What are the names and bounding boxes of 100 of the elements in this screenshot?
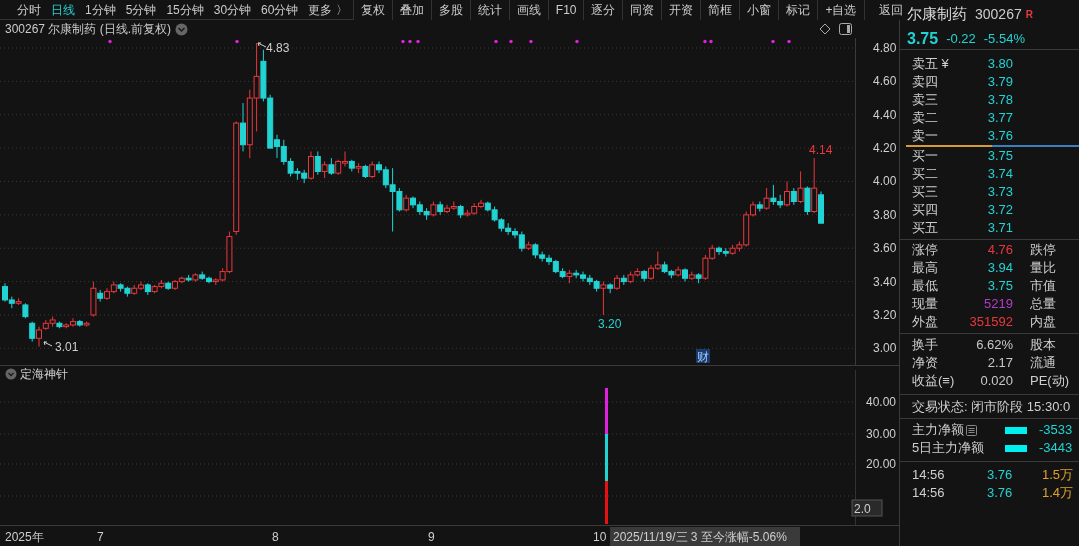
toolbar-button[interactable]: 小窗 — [739, 0, 779, 20]
panel-icon[interactable] — [839, 23, 852, 35]
axis-label: 2025年 — [5, 530, 44, 544]
tick-volume: 1.4万 — [1042, 484, 1074, 502]
period-tab[interactable]: 15分钟 — [161, 0, 209, 20]
axis-label: 30.00 — [866, 427, 897, 441]
order-price: 3.71 — [986, 219, 1013, 237]
axis-label: 3.00 — [873, 341, 897, 356]
stat-label: 总量 — [1030, 295, 1056, 313]
order-label: 买四 — [912, 201, 939, 219]
axis-label: 4.20 — [873, 141, 897, 156]
pointer-arrow-icon — [257, 42, 267, 48]
chart-title: 300267 尔康制药 (日线.前复权) — [5, 21, 172, 38]
period-tab[interactable]: 日线 — [46, 0, 80, 20]
toolbar-button[interactable]: 标记 — [778, 0, 818, 20]
flow-value: -3533 — [1039, 421, 1073, 439]
stat-label: 外盘 — [912, 313, 939, 331]
stock-code: 300267 — [975, 4, 1022, 24]
order-label: 买三 — [912, 183, 939, 201]
chevron-down-icon[interactable] — [175, 22, 189, 36]
toolbar-button[interactable]: 统计 — [469, 0, 509, 20]
stat-value: 3.94 — [986, 259, 1013, 277]
order-label: 卖五 ¥ — [912, 55, 950, 73]
tick-price: 3.76 — [987, 466, 1014, 484]
candlestick — [29, 321, 36, 343]
toolbar-button[interactable]: 复权 — [352, 0, 392, 20]
toolbar-button[interactable]: 简框 — [700, 0, 740, 20]
axis-label: 4.60 — [873, 74, 897, 89]
toolbar-button[interactable]: 画线 — [508, 0, 548, 20]
list-icon[interactable] — [966, 424, 977, 436]
candlestick — [763, 187, 770, 211]
toolbar-button[interactable]: F10 — [547, 0, 584, 20]
stat-label: 涨停 — [912, 241, 939, 259]
order-price: 3.74 — [986, 165, 1013, 183]
diamond-icon[interactable] — [819, 23, 831, 35]
axis-label: 3.60 — [873, 241, 897, 256]
stat-value: 6.62% — [975, 336, 1013, 354]
stat-label: 股本 — [1030, 336, 1056, 354]
stat-label: 最高 — [912, 259, 939, 277]
tick-volume: 1.5万 — [1042, 466, 1074, 484]
axis-label: 4.40 — [873, 107, 897, 122]
order-label: 买五 — [912, 219, 939, 237]
axis-label: 3.20 — [873, 307, 897, 322]
stat-label: 现量 — [912, 295, 939, 313]
current-price: 3.75 — [907, 28, 939, 49]
stat-value: 351592 — [968, 313, 1013, 331]
cursor-value-label: 2.0 — [851, 499, 883, 517]
stat-value: 5219 — [983, 295, 1013, 313]
stat-value: 4.76 — [986, 241, 1013, 259]
price-change: -0.22 — [946, 29, 976, 48]
order-price: 3.80 — [986, 55, 1013, 73]
candlestick — [308, 150, 314, 181]
axis-label: 7 — [97, 530, 104, 544]
candlestick — [804, 185, 811, 216]
cursor-info-label: 2025/11/19/三 3 至今涨幅-5.06% — [610, 527, 800, 546]
period-tab[interactable]: 分时 — [12, 0, 46, 20]
order-label: 卖二 — [912, 109, 939, 127]
price-annotation: 3.01 — [55, 340, 79, 354]
period-tab[interactable]: 60分钟 — [256, 0, 304, 20]
period-tab[interactable]: 30分钟 — [208, 0, 257, 20]
status-label: R — [1025, 7, 1033, 22]
stat-value: 0.020 — [979, 372, 1013, 390]
price-annotation: 4.83 — [266, 41, 290, 55]
toolbar-button[interactable]: +自选 — [817, 0, 864, 20]
stat-label: 市值 — [1030, 277, 1056, 295]
candlestick — [784, 180, 790, 208]
order-price: 3.78 — [986, 91, 1013, 109]
candlestick — [600, 281, 607, 316]
period-tab[interactable]: 更多 〉 — [303, 0, 353, 20]
period-tab[interactable]: 1分钟 — [80, 0, 121, 20]
order-label: 卖三 — [912, 91, 939, 109]
stat-label: 收益(≡) — [912, 372, 956, 390]
stat-label: 流通 — [1030, 354, 1056, 372]
pointer-arrow-icon — [43, 341, 53, 347]
toolbar-button[interactable]: 多股 — [430, 0, 470, 20]
collapse-icon[interactable] — [5, 368, 17, 380]
toolbar-button[interactable]: 开资 — [661, 0, 701, 20]
finance-marker[interactable]: 财 — [696, 349, 710, 364]
order-price: 3.77 — [986, 109, 1013, 127]
flow-bar-icon — [1005, 426, 1027, 434]
tick-time: 14:56 — [912, 466, 946, 484]
order-price: 3.72 — [986, 201, 1013, 219]
order-price: 3.73 — [986, 183, 1013, 201]
stat-label: 内盘 — [1030, 313, 1056, 331]
order-price: 3.79 — [986, 73, 1013, 91]
flow-label: 主力净额 — [912, 421, 964, 439]
order-label: 买一 — [912, 147, 939, 165]
toolbar-button[interactable]: 同资 — [622, 0, 662, 20]
price-annotation: 4.14 — [809, 143, 833, 157]
tick-price: 3.76 — [987, 484, 1014, 502]
toolbar-button[interactable]: 叠加 — [391, 0, 431, 20]
toolbar-button[interactable]: 逐分 — [583, 0, 623, 20]
candlestick — [240, 102, 246, 152]
stat-label: 净资 — [912, 354, 939, 372]
order-label: 卖四 — [912, 73, 939, 91]
axis-label: 8 — [272, 530, 279, 544]
candlestick — [314, 150, 321, 176]
trade-status: 交易状态: 闭市阶段 15:30:0 — [912, 399, 1071, 414]
tick-time: 14:56 — [912, 484, 946, 502]
period-tab[interactable]: 5分钟 — [120, 0, 162, 20]
